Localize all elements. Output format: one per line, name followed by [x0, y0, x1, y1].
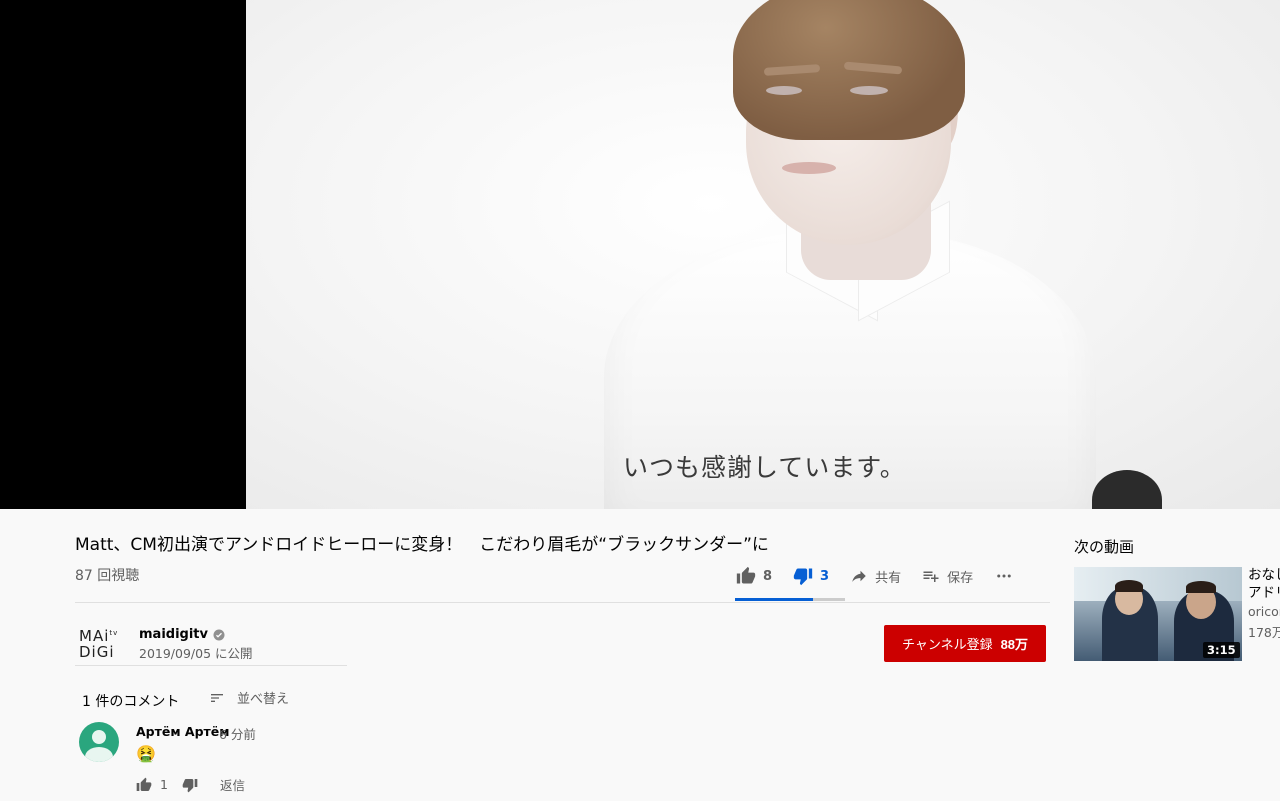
share-button[interactable]: 共有: [849, 567, 901, 586]
like-count: 8: [763, 568, 773, 584]
video-person-eye: [766, 86, 802, 95]
recommendation-views: 178万: [1248, 625, 1280, 640]
thumb-person-hair: [1115, 580, 1143, 592]
video-duration-badge: 3:15: [1203, 642, 1240, 658]
channel-logo-line1: MAitv: [79, 627, 119, 645]
comment-actions: 1 返信: [136, 775, 245, 794]
view-count: 87 回視聴: [75, 568, 140, 584]
like-sentiment-bar: [735, 598, 845, 601]
more-horiz-icon: [997, 574, 1011, 578]
thumbs-down-icon: [793, 568, 813, 586]
video-player[interactable]: いつも感謝しています。: [0, 0, 1280, 509]
sort-label: 並べ替え: [237, 692, 290, 707]
subscriber-count: 88万: [1000, 637, 1029, 652]
video-person-eye: [850, 86, 888, 95]
channel-avatar[interactable]: MAitv DiGi: [79, 625, 127, 665]
channel-name: maidigitv: [139, 627, 208, 642]
comment-reply-button[interactable]: 返信: [220, 775, 245, 794]
recommendation-title-line: アドリ: [1248, 585, 1280, 601]
publish-date: 2019/09/05 に公開: [139, 646, 253, 661]
verified-check-icon: [213, 629, 225, 640]
channel-logo-line2: DiGi: [79, 643, 115, 661]
recommendation-title-line: おなじ: [1248, 567, 1280, 583]
thumbs-up-icon: [736, 566, 756, 584]
comment-count: 1 件のコメント: [82, 694, 180, 710]
sort-comments-button[interactable]: 並べ替え: [207, 688, 289, 707]
sort-icon: [211, 693, 223, 702]
save-button[interactable]: 保存: [921, 567, 973, 586]
video-chair: [1092, 470, 1162, 509]
recommendation-title[interactable]: おなじ アドリ: [1248, 566, 1280, 602]
recommendation-channel[interactable]: oricon: [1248, 604, 1280, 619]
dislike-button[interactable]: 3: [792, 566, 829, 586]
channel-name-link[interactable]: maidigitv: [139, 627, 225, 642]
thumb-person-hair: [1186, 581, 1216, 593]
up-next-label: 次の動画: [1074, 538, 1135, 556]
video-person-mouth: [782, 162, 836, 174]
video-subtitle: いつも感謝しています。: [623, 453, 906, 482]
share-label: 共有: [875, 570, 902, 586]
subscribe-label: チャンネル登録: [901, 637, 993, 652]
like-button[interactable]: 8: [735, 566, 772, 586]
divider: [75, 665, 347, 666]
comment-like-count: 1: [160, 777, 168, 792]
more-actions-button[interactable]: [993, 567, 1021, 585]
share-icon: [852, 570, 866, 582]
video-title: Matt、CM初出演でアンドロイドヒーローに変身！ こだわり眉毛が“ブラックサン…: [75, 535, 769, 555]
comment-avatar[interactable]: [79, 722, 119, 762]
person-icon: [85, 730, 113, 762]
video-actions: 8 3 共有 保存: [735, 560, 1041, 592]
dislike-count: 3: [820, 568, 830, 584]
like-sentiment-fill: [735, 598, 814, 601]
save-label: 保存: [947, 570, 974, 586]
comment-author[interactable]: Артём Артём: [136, 724, 229, 739]
playlist-add-icon: [923, 571, 939, 582]
comment-dislike-icon[interactable]: [182, 777, 198, 793]
comment-text: 🤮: [136, 744, 156, 763]
divider: [75, 602, 1050, 603]
comment-like-icon[interactable]: [136, 777, 152, 793]
subscribe-button[interactable]: チャンネル登録 88万: [884, 625, 1046, 662]
comment-time[interactable]: 6 分前: [219, 724, 256, 743]
video-frame[interactable]: いつも感謝しています。: [246, 0, 1280, 509]
